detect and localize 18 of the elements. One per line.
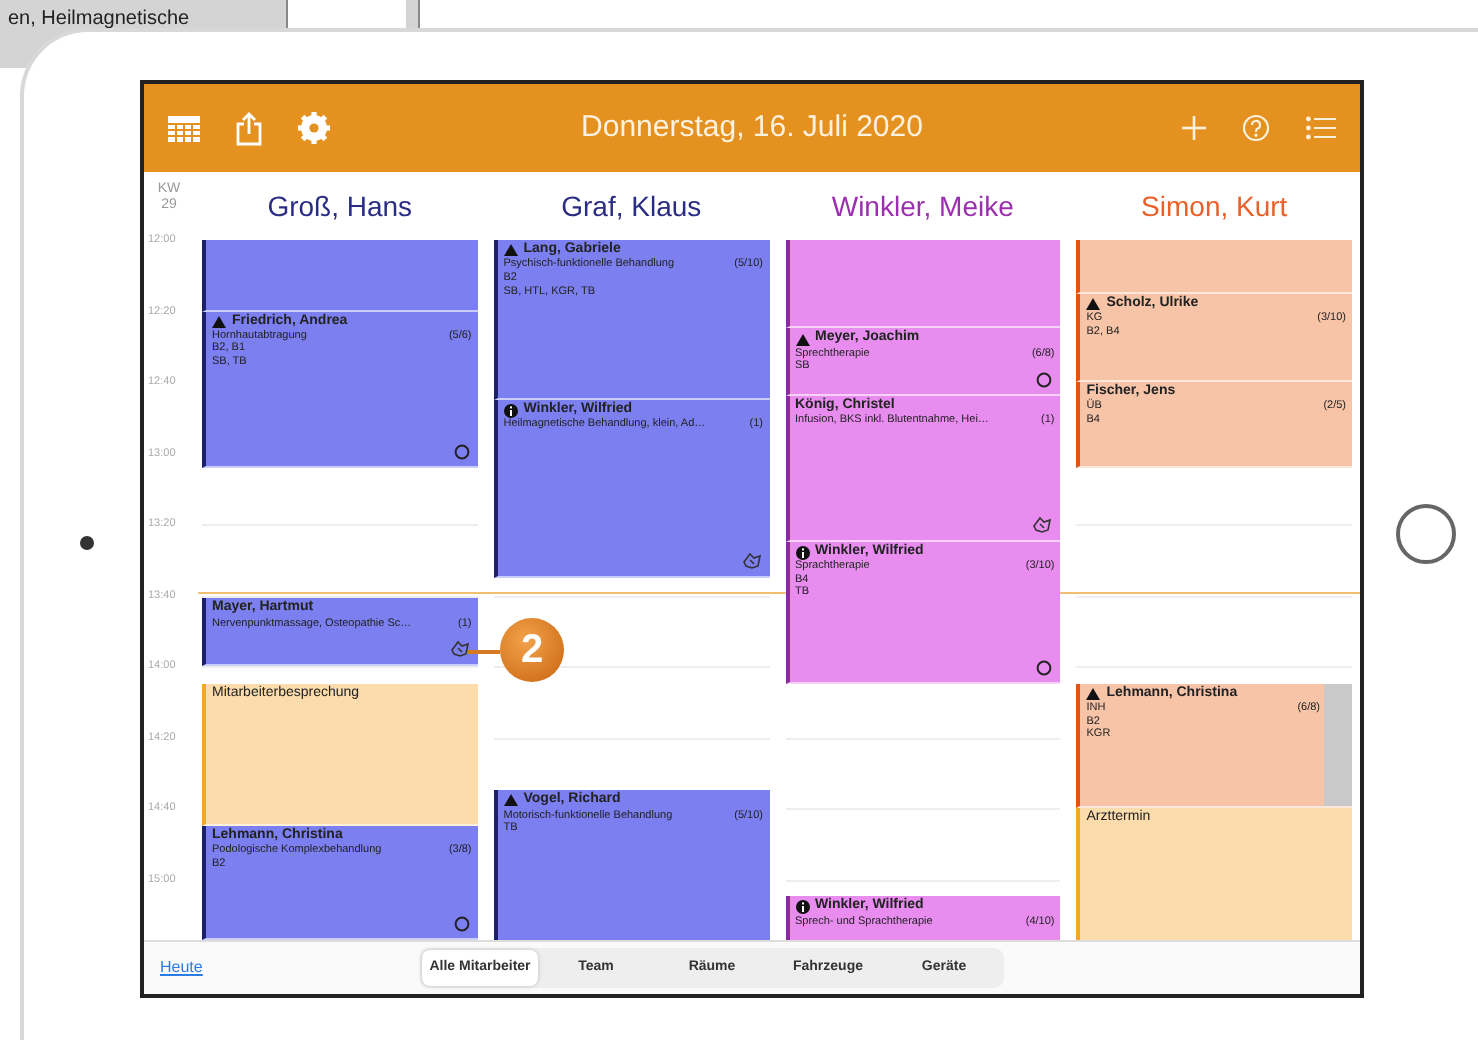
appointment-event[interactable] <box>1076 240 1352 294</box>
settings-icon[interactable] <box>298 112 330 144</box>
page-text: en, Heilmagnetische <box>6 6 192 34</box>
staff-name: Groß, Hans <box>265 188 415 226</box>
list-icon[interactable] <box>1306 116 1336 140</box>
staff-name: Simon, Kurt <box>1139 188 1290 226</box>
staff-name: Winkler, Meike <box>829 188 1016 226</box>
today-link[interactable]: Heute <box>160 956 420 980</box>
home-button[interactable] <box>1396 504 1456 564</box>
toolbar-title: Donnerstag, 16. Juli 2020 <box>579 107 925 148</box>
appointment-event[interactable] <box>785 240 1061 329</box>
share-icon[interactable] <box>236 111 262 145</box>
calendar-icon[interactable] <box>168 115 200 141</box>
leader-line <box>468 650 500 654</box>
camera-dot <box>80 536 94 550</box>
add-icon[interactable] <box>1182 116 1206 140</box>
staff-name: Graf, Klaus <box>559 188 704 226</box>
help-icon[interactable] <box>1242 114 1270 142</box>
